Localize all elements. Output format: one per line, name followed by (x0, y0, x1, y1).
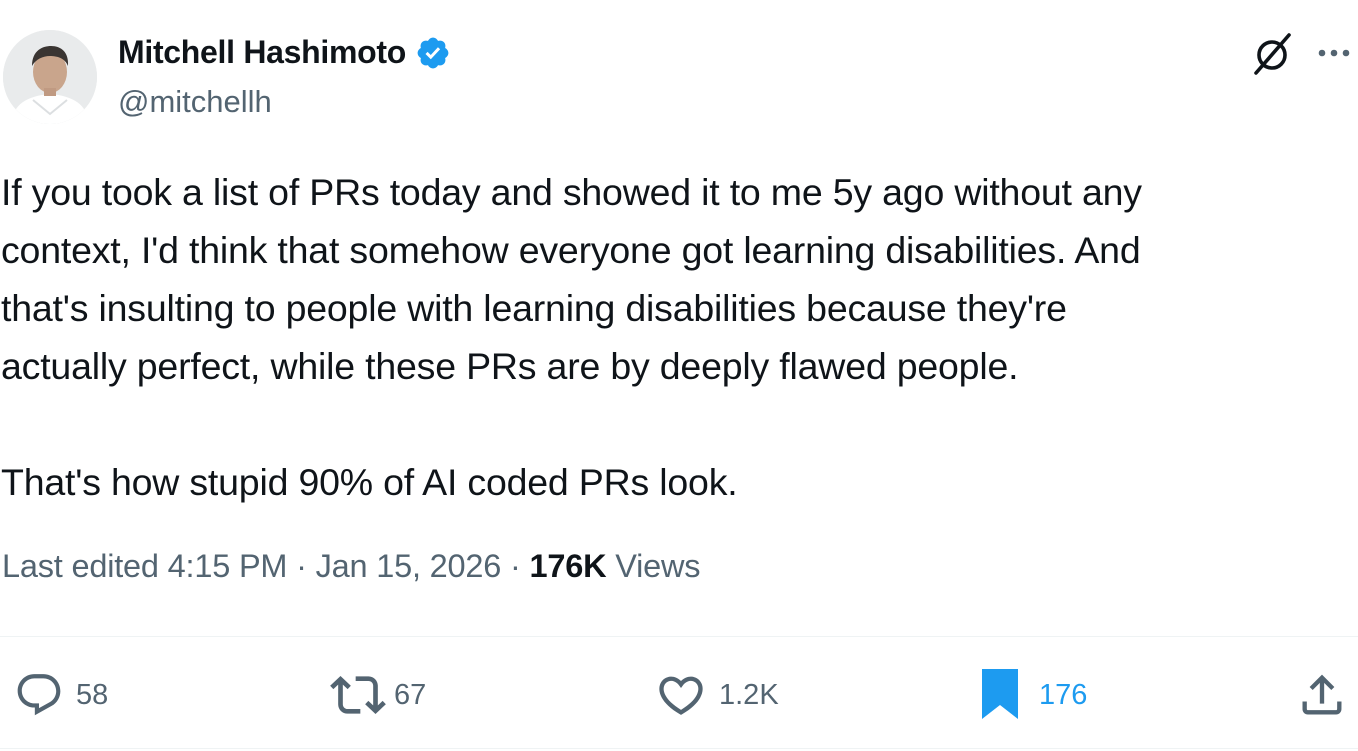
avatar[interactable] (3, 30, 97, 124)
tweet-time[interactable]: 4:15 PM (168, 548, 288, 584)
edited-label[interactable]: Last edited (2, 548, 159, 584)
tweet-text: If you took a list of PRs today and show… (1, 163, 1353, 511)
share-icon (1302, 674, 1342, 715)
grok-button[interactable] (1248, 30, 1296, 78)
bookmark-icon (982, 669, 1018, 719)
divider (0, 636, 1358, 637)
tweet-date[interactable]: Jan 15, 2026 (316, 548, 502, 584)
like-count: 1.2K (719, 678, 779, 711)
reply-button[interactable]: 58 (14, 668, 108, 722)
bottom-divider (0, 748, 1358, 749)
tweet-paragraph: If you took a list of PRs today and show… (1, 163, 1353, 395)
like-button[interactable]: 1.2K (655, 668, 779, 722)
tweet-line: that's insulting to people with learning… (1, 287, 1067, 329)
grok-icon (1254, 33, 1291, 75)
views-count: 176K (529, 548, 607, 584)
tweet-line: context, I'd think that somehow everyone… (1, 229, 1141, 271)
tweet-meta: Last edited 4:15 PM · Jan 15, 2026 · 176… (2, 548, 701, 585)
verified-badge-icon (417, 37, 449, 68)
author-handle[interactable]: @mitchellh (118, 84, 272, 120)
author-name-row: Mitchell Hashimoto (118, 34, 451, 71)
more-button[interactable] (1312, 30, 1356, 78)
more-icon (1318, 49, 1350, 57)
tweet-paragraph: That's how stupid 90% of AI coded PRs lo… (1, 453, 1353, 511)
share-button[interactable] (1296, 668, 1348, 722)
repost-icon (330, 676, 386, 714)
reply-count: 58 (76, 678, 109, 711)
tweet-line: If you took a list of PRs today and show… (1, 171, 1142, 213)
like-icon (659, 676, 703, 715)
bookmark-count: 176 (1039, 678, 1088, 711)
bookmark-button[interactable]: 176 (980, 668, 1087, 722)
repost-count: 67 (394, 678, 427, 711)
tweet-line: actually perfect, while these PRs are by… (1, 345, 1019, 387)
tweet-line: That's how stupid 90% of AI coded PRs lo… (1, 461, 738, 503)
avatar-photo-icon (3, 30, 97, 124)
views-label: Views (615, 548, 701, 584)
author-name[interactable]: Mitchell Hashimoto (118, 34, 406, 71)
repost-button[interactable]: 67 (330, 668, 426, 722)
reply-icon (17, 674, 61, 716)
meta-separator: · (510, 548, 521, 584)
meta-separator: · (296, 548, 307, 584)
